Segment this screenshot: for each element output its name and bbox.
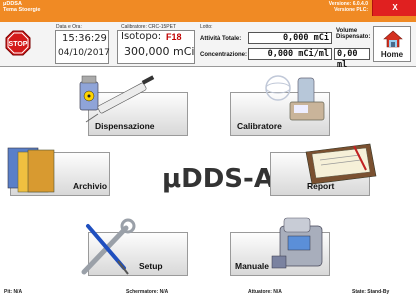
total-activity-label: Attività Totale: (200, 36, 242, 42)
device-icon (271, 217, 323, 269)
svg-text:STOP: STOP (9, 41, 28, 48)
time-value: 15:36:29 (62, 33, 107, 44)
folders-icon (7, 147, 55, 193)
report-icon (305, 143, 377, 185)
app-title: μDDSA Tema Stoergie (3, 1, 41, 13)
pit-status: Pit: N/A (4, 289, 23, 295)
schermatore-status: Schermatore: N/A (126, 289, 169, 295)
setup-label: Setup (139, 261, 163, 271)
status-bar: Pit: N/A Schermatore: N/A Attuatore: N/A… (0, 289, 416, 296)
info-strip: STOP Data e Ora: 15:36:29 04/10/2017 Cal… (0, 22, 416, 70)
close-button[interactable]: X (372, 0, 416, 16)
attuatore-status: Attuatore: N/A (248, 289, 282, 295)
volume-field: 0,00 ml (334, 48, 370, 70)
stop-button[interactable]: STOP (5, 30, 31, 56)
app-subtitle: Tema Stoergie (3, 7, 41, 13)
concentration-label: Concentrazione: (200, 52, 248, 58)
total-activity-field: 0,000 mCi (248, 32, 332, 44)
lot-label: Lotto: (200, 24, 213, 30)
plc-version-label: Versione PLC: (334, 7, 368, 13)
syringe-icon (79, 75, 155, 123)
isotope-label: Isotopo: (121, 31, 162, 42)
state-status: State: Stand-By (352, 289, 390, 295)
isotope-value: F18 (166, 32, 182, 42)
archivio-label: Archivio (73, 181, 108, 191)
tools-icon (81, 218, 136, 275)
date-value: 04/10/2017 (58, 48, 110, 58)
brand-logo: μDDS-A (162, 164, 274, 194)
home-button[interactable]: Home (373, 26, 411, 62)
version-info: Versione: 6.0.4.0 Versione PLC: (300, 1, 368, 13)
title-bar: μDDSA Tema Stoergie Versione: 6.0.4.0 Ve… (0, 0, 416, 22)
concentration-field: 0,000 mCi/ml (248, 48, 332, 60)
home-label: Home (380, 50, 404, 59)
activity-value: 300,000 mCi (124, 45, 195, 58)
calibrator-icon (265, 75, 325, 121)
volume-label: Volume Dispensato: (336, 28, 371, 40)
home-icon (383, 30, 403, 48)
